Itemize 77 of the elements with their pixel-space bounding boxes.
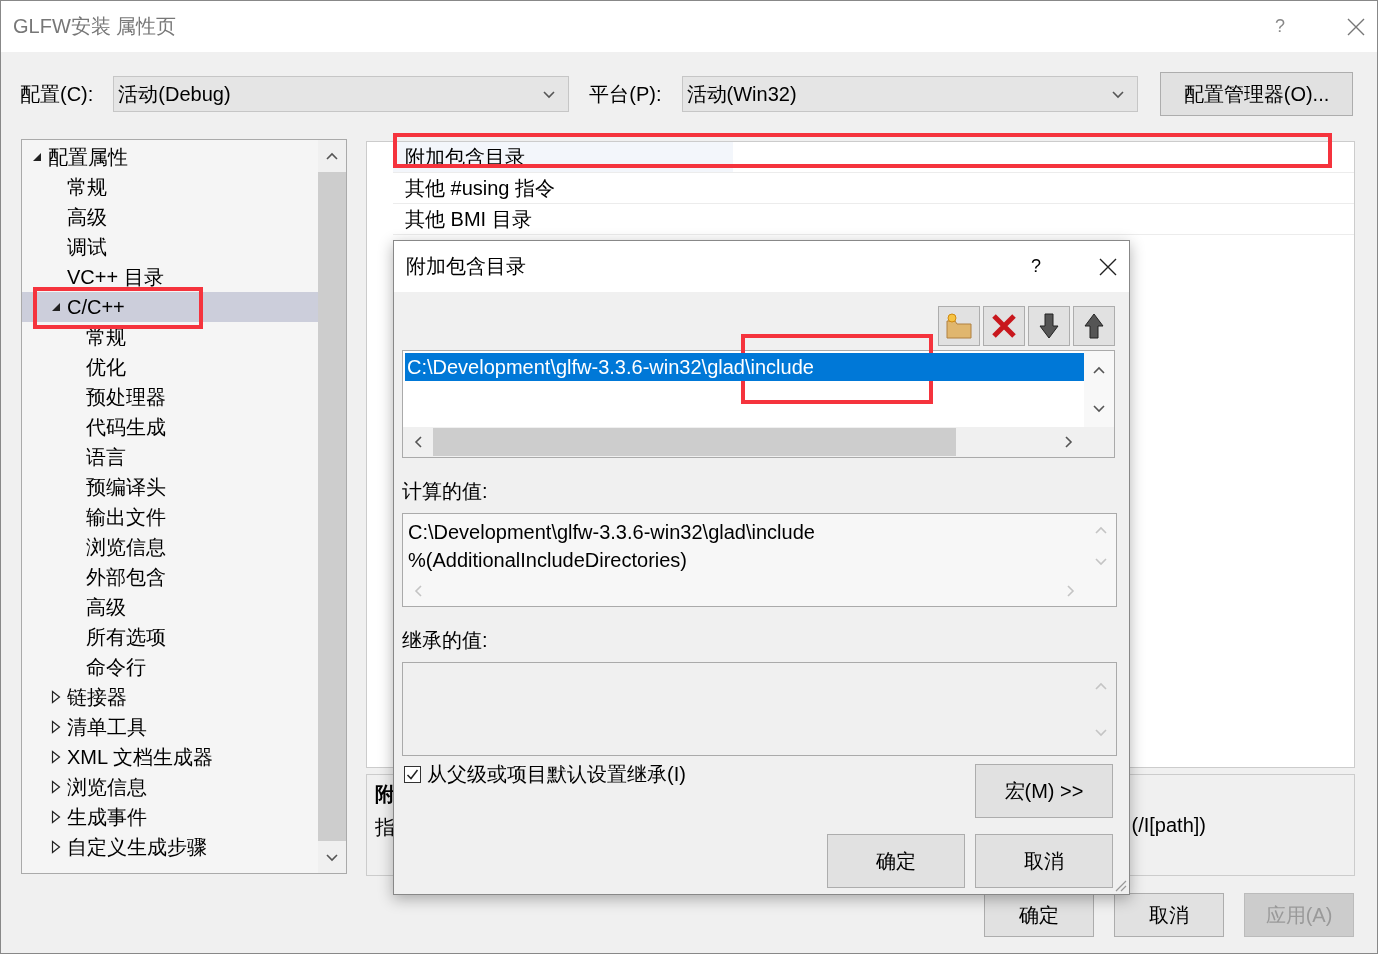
computed-line: %(AdditionalIncludeDirectories) — [408, 548, 688, 573]
collapsed-arrow-icon[interactable] — [51, 840, 61, 854]
description-title: 附 — [375, 782, 395, 807]
chevron-down-icon[interactable] — [542, 89, 557, 99]
platform-dropdown[interactable]: 活动(Win32) — [681, 76, 1138, 112]
tree-item[interactable]: VC++ 目录 — [22, 262, 318, 292]
directory-entry[interactable]: C:\Development\glfw-3.3.6-win32\glad\include — [405, 353, 1084, 381]
tree-item[interactable]: 常规 — [22, 172, 318, 202]
expanded-arrow-icon[interactable] — [32, 152, 42, 162]
collapsed-arrow-icon[interactable] — [51, 810, 61, 824]
checkbox-label[interactable]: 从父级或项目默认设置继承(I) — [427, 760, 686, 788]
tree-item[interactable]: 代码生成 — [22, 412, 318, 442]
expanded-arrow-icon[interactable] — [51, 302, 61, 312]
property-name[interactable]: 其他 BMI 目录 — [393, 204, 733, 234]
tree-item[interactable]: 高级 — [22, 592, 318, 622]
tree-item[interactable]: 配置属性 — [22, 142, 318, 172]
field-label: 继承的值: — [401, 628, 489, 653]
checkbox[interactable] — [404, 765, 421, 783]
tree-item[interactable]: 生成事件 — [22, 802, 318, 832]
scroll-right-icon[interactable] — [1064, 435, 1074, 449]
scrollbar-thumb[interactable] — [433, 428, 956, 456]
tree-item[interactable]: C/C++ — [22, 292, 318, 322]
tree-item[interactable]: 浏览信息 — [22, 772, 318, 802]
folder-star-icon — [944, 312, 974, 340]
tree-item[interactable]: 预处理器 — [22, 382, 318, 412]
chevron-down-icon[interactable] — [1110, 89, 1125, 99]
move-up-button[interactable] — [1073, 306, 1115, 346]
dialog-button[interactable]: 取消 — [1114, 893, 1224, 937]
tree-item[interactable]: 自定义生成步骤 — [22, 832, 318, 862]
arrow-up-icon — [1083, 312, 1105, 340]
tree-item[interactable]: 清单工具 — [22, 712, 318, 742]
tree-item[interactable]: 浏览信息 — [22, 532, 318, 562]
tree-item[interactable]: 预编译头 — [22, 472, 318, 502]
tree-item[interactable]: 调试 — [22, 232, 318, 262]
tree-item[interactable]: 高级 — [22, 202, 318, 232]
field-label: 计算的值: — [401, 479, 489, 504]
tree-item[interactable]: 优化 — [22, 352, 318, 382]
collapsed-arrow-icon[interactable] — [51, 780, 61, 794]
config-label: 配置(C): — [20, 81, 94, 107]
tree-item[interactable]: XML 文档生成器 — [22, 742, 318, 772]
computed-line: C:\Development\glfw-3.3.6-win32\glad\include — [408, 520, 816, 545]
tree-item[interactable]: 输出文件 — [22, 502, 318, 532]
scrollbar[interactable] — [318, 140, 346, 873]
scroll-up-icon[interactable] — [325, 151, 339, 161]
arrow-down-icon — [1038, 312, 1060, 340]
delete-icon — [990, 312, 1018, 340]
tree-item[interactable]: 所有选项 — [22, 622, 318, 652]
scroll-left-icon[interactable] — [413, 435, 423, 449]
close-icon[interactable] — [1099, 257, 1117, 276]
help-button[interactable]: ? — [1031, 256, 1041, 277]
config-dropdown[interactable]: 活动(Debug) — [113, 76, 570, 112]
resize-grip-icon[interactable] — [1113, 878, 1127, 892]
collapsed-arrow-icon[interactable] — [51, 750, 61, 764]
collapsed-arrow-icon[interactable] — [51, 690, 61, 704]
description-text: 指 — [375, 815, 395, 840]
delete-button[interactable] — [983, 306, 1025, 346]
macro-button[interactable]: 宏(M) >> — [975, 764, 1113, 818]
property-name[interactable]: 其他 #using 指令 — [393, 173, 733, 203]
platform-label: 平台(P): — [589, 81, 662, 107]
tree-item[interactable]: 外部包含 — [22, 562, 318, 592]
dialog-title: 附加包含目录 — [406, 254, 527, 279]
dialog-button[interactable]: 确定 — [984, 893, 1094, 937]
dialog-button[interactable]: 取消 — [975, 834, 1113, 888]
tree-item[interactable]: 命令行 — [22, 652, 318, 682]
scroll-down-icon[interactable] — [325, 852, 339, 862]
description-text: (/I[path]) — [1131, 813, 1206, 837]
scroll-down-icon[interactable] — [1092, 403, 1106, 413]
tree-item[interactable]: 链接器 — [22, 682, 318, 712]
scroll-up-icon[interactable] — [1092, 365, 1106, 375]
tree-item[interactable]: 语言 — [22, 442, 318, 472]
tree-item[interactable]: 常规 — [22, 322, 318, 352]
move-down-button[interactable] — [1028, 306, 1070, 346]
collapsed-arrow-icon[interactable] — [51, 720, 61, 734]
window-title: GLFW安装 属性页 — [13, 14, 178, 39]
help-button[interactable]: ? — [1275, 16, 1285, 37]
config-manager-button[interactable]: 配置管理器(O)... — [1160, 72, 1353, 116]
dialog-button[interactable]: 确定 — [827, 834, 965, 888]
